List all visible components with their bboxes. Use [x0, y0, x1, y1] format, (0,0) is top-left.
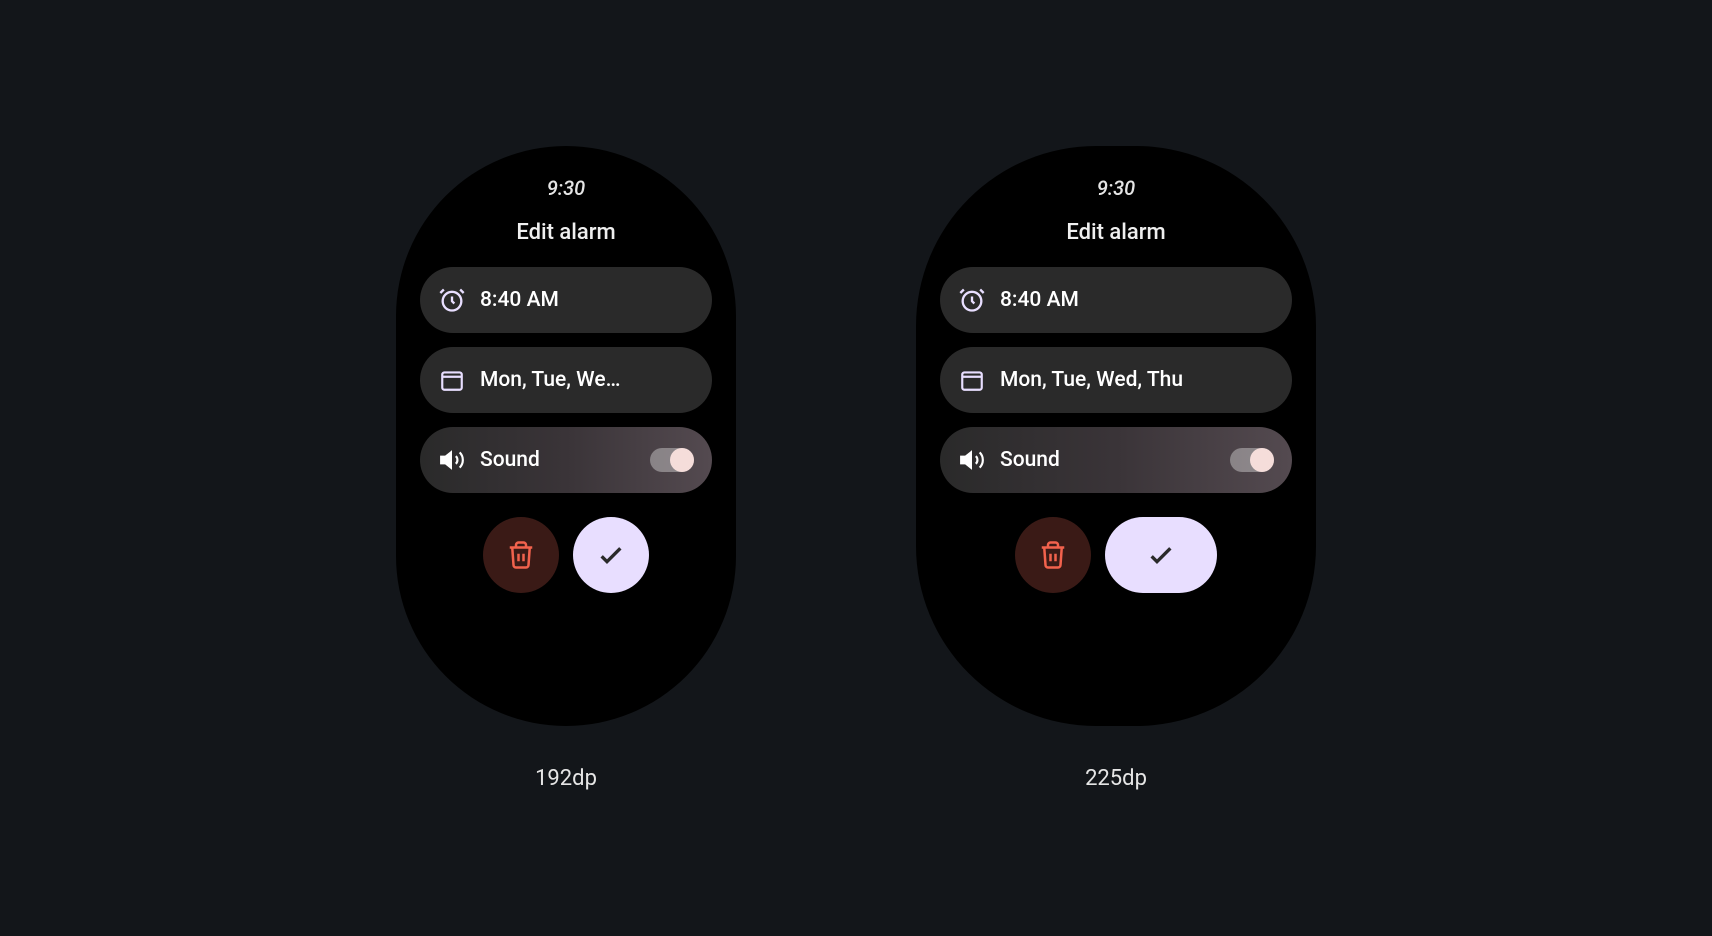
- alarm-time-chip[interactable]: 8:40 AM: [420, 267, 712, 333]
- alarm-time-chip[interactable]: 8:40 AM: [940, 267, 1292, 333]
- watch-column-225: 9:30 Edit alarm 8:40 AM Mon, Tue, Wed: [916, 146, 1316, 791]
- action-buttons: [1015, 517, 1217, 593]
- alarm-clock-icon: [958, 286, 986, 314]
- alarm-repeat-label: Mon, Tue, Wed, Thu: [1000, 368, 1274, 392]
- alarm-time-label: 8:40 AM: [1000, 288, 1274, 312]
- alarm-sound-label: Sound: [480, 448, 636, 472]
- trash-icon: [506, 540, 536, 570]
- sound-icon: [958, 446, 986, 474]
- watch-face-225: 9:30 Edit alarm 8:40 AM Mon, Tue, Wed: [916, 146, 1316, 726]
- delete-button[interactable]: [483, 517, 559, 593]
- alarm-repeat-chip[interactable]: Mon, Tue, We…: [420, 347, 712, 413]
- size-label-225: 225dp: [1085, 766, 1147, 791]
- alarm-sound-chip[interactable]: Sound: [420, 427, 712, 493]
- confirm-button[interactable]: [1105, 517, 1217, 593]
- action-buttons: [483, 517, 649, 593]
- screen-title: Edit alarm: [516, 220, 615, 245]
- toggle-knob: [1250, 448, 1274, 472]
- alarm-sound-chip[interactable]: Sound: [940, 427, 1292, 493]
- sound-toggle[interactable]: [650, 448, 694, 472]
- sound-toggle[interactable]: [1230, 448, 1274, 472]
- size-label-192: 192dp: [535, 766, 597, 791]
- trash-icon: [1038, 540, 1068, 570]
- watch-face-192: 9:30 Edit alarm 8:40 AM Mon, Tue, We…: [396, 146, 736, 726]
- alarm-repeat-chip[interactable]: Mon, Tue, Wed, Thu: [940, 347, 1292, 413]
- status-time: 9:30: [547, 176, 585, 200]
- screen-title: Edit alarm: [1066, 220, 1165, 245]
- calendar-icon: [438, 366, 466, 394]
- check-icon: [1145, 539, 1177, 571]
- alarm-time-label: 8:40 AM: [480, 288, 694, 312]
- delete-button[interactable]: [1015, 517, 1091, 593]
- toggle-knob: [670, 448, 694, 472]
- calendar-icon: [958, 366, 986, 394]
- check-icon: [595, 539, 627, 571]
- alarm-sound-label: Sound: [1000, 448, 1216, 472]
- alarm-repeat-label: Mon, Tue, We…: [480, 368, 694, 392]
- sound-icon: [438, 446, 466, 474]
- watch-column-192: 9:30 Edit alarm 8:40 AM Mon, Tue, We…: [396, 146, 736, 791]
- status-time: 9:30: [1097, 176, 1135, 200]
- alarm-clock-icon: [438, 286, 466, 314]
- confirm-button[interactable]: [573, 517, 649, 593]
